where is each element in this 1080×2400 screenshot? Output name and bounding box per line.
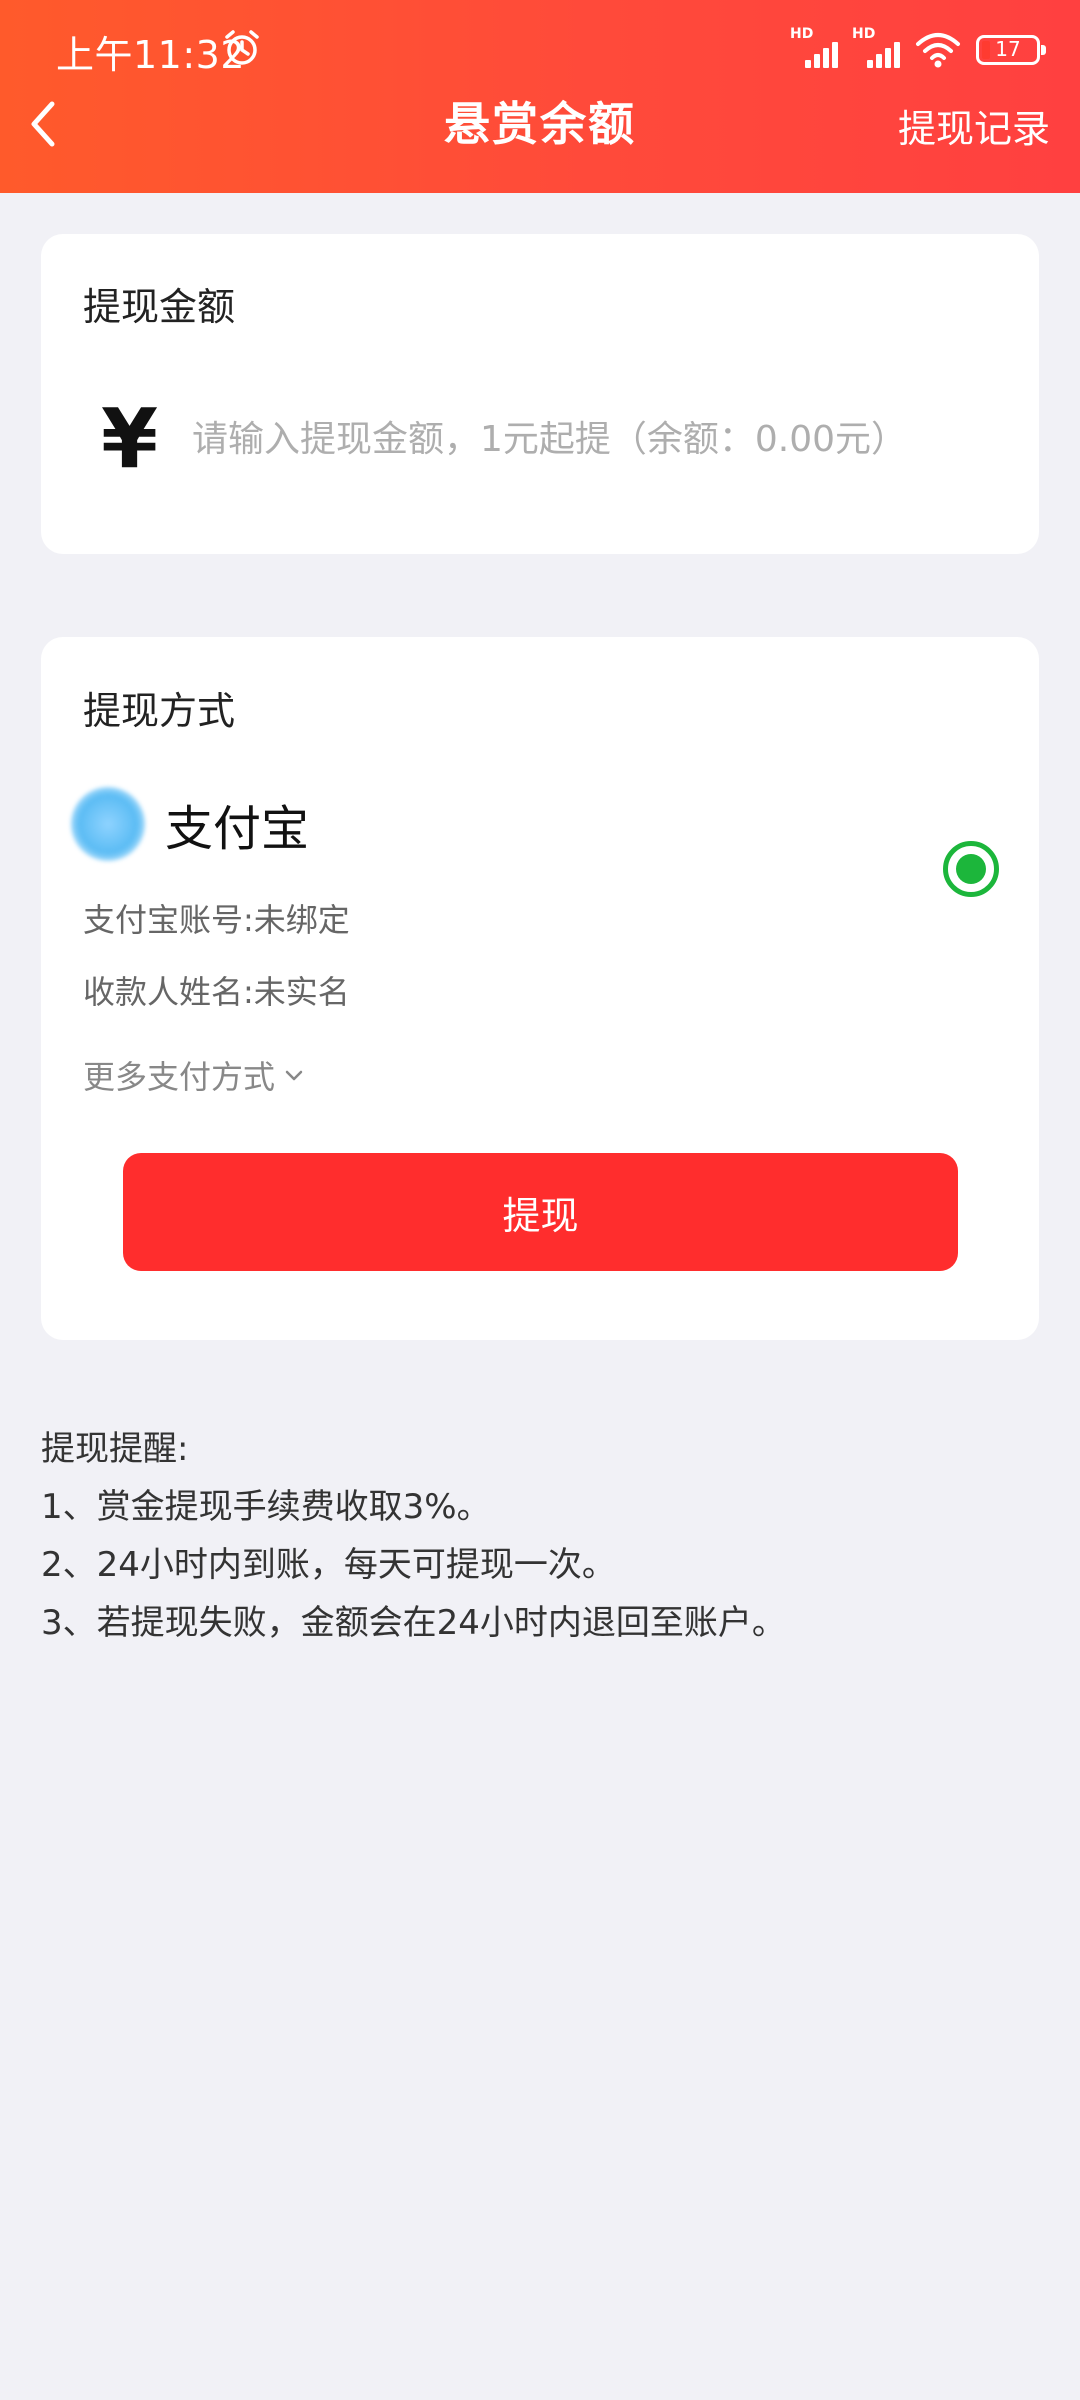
withdraw-method-card: 提现方式 支付宝 支付宝账号:未绑定 收款人姓名:未实名 更多支付方式 提现: [41, 637, 1039, 1340]
alipay-account-line: 支付宝账号:未绑定: [83, 901, 350, 939]
alarm-clock-icon: [225, 30, 259, 65]
signal-strength-icon: HD: [790, 26, 838, 70]
currency-symbol: ¥: [101, 392, 159, 487]
battery-icon: 17: [976, 35, 1046, 65]
alipay-logo-icon: [71, 787, 145, 861]
top-bar: 上午11:32 HD HD 17 悬赏余额 提现记录: [0, 0, 1080, 193]
notes-item: 3、若提现失败，金额会在24小时内退回至账户。: [41, 1603, 786, 1643]
hd-label-2: HD: [852, 26, 876, 42]
alipay-radio-selected[interactable]: [943, 841, 999, 897]
method-card-title: 提现方式: [83, 689, 236, 733]
signal-strength-icon-2: HD: [852, 26, 900, 70]
more-payment-methods[interactable]: 更多支付方式: [83, 1052, 305, 1098]
alipay-option[interactable]: 支付宝: [71, 787, 309, 861]
status-indicators: HD HD 17: [790, 26, 1046, 72]
status-bar: 上午11:32 HD HD 17: [0, 0, 1080, 96]
method-name: 支付宝: [165, 801, 310, 857]
withdraw-button[interactable]: 提现: [123, 1153, 958, 1271]
more-methods-label: 更多支付方式: [83, 1058, 276, 1096]
status-time: 上午11:32: [56, 33, 246, 77]
withdraw-amount-card: 提现金额 ¥: [41, 234, 1039, 554]
amount-input[interactable]: [192, 409, 1012, 469]
chevron-down-icon: [285, 1070, 303, 1081]
withdraw-history-link[interactable]: 提现记录: [898, 98, 1050, 153]
battery-level: 17: [995, 37, 1021, 61]
withdraw-notes: 提现提醒: 1、赏金提现手续费收取3%。 2、24小时内到账，每天可提现一次。 …: [41, 1420, 1041, 1652]
notes-title: 提现提醒:: [41, 1429, 189, 1469]
wifi-icon: [916, 33, 960, 68]
payee-name-line: 收款人姓名:未实名: [83, 973, 350, 1011]
notes-item: 1、赏金提现手续费收取3%。: [41, 1487, 491, 1527]
notes-item: 2、24小时内到账，每天可提现一次。: [41, 1545, 616, 1585]
hd-label: HD: [790, 26, 814, 42]
amount-card-title: 提现金额: [83, 285, 236, 329]
